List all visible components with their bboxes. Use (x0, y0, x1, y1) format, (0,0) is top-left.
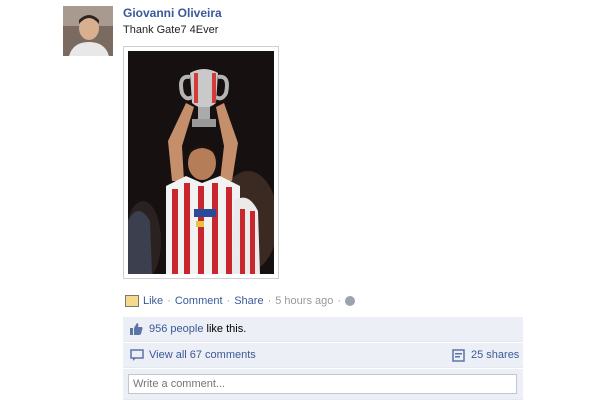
author-name-link[interactable]: Giovanni Oliveira (123, 6, 222, 20)
comment-input[interactable] (128, 374, 517, 394)
likes-row: 956 people like this. (123, 317, 523, 342)
comment-bubble-icon (130, 349, 144, 365)
app-icon (125, 295, 139, 307)
comment-input-row (123, 369, 523, 400)
likes-suffix: like this. (206, 323, 247, 335)
shares-link[interactable]: 25 shares (471, 349, 519, 361)
timestamp[interactable]: 5 hours ago (275, 295, 333, 307)
globe-icon (345, 296, 356, 306)
like-link[interactable]: Like (143, 295, 163, 307)
post-actions: Like · Comment · Share · 5 hours ago · (125, 295, 356, 307)
avatar-image (63, 6, 113, 56)
view-all-comments-link[interactable]: View all 67 comments (149, 349, 256, 361)
comments-row: View all 67 comments 25 shares (123, 343, 523, 368)
share-link[interactable]: Share (234, 295, 263, 307)
separator: · (167, 295, 171, 307)
shares-icon (452, 349, 465, 365)
feedback-panel: 956 people like this. View all 67 commen… (123, 317, 523, 400)
separator: · (226, 295, 231, 307)
comment-link[interactable]: Comment (175, 295, 223, 307)
separator: · (337, 295, 342, 307)
photo-player-holding-trophy (128, 51, 274, 274)
author-avatar[interactable] (63, 6, 113, 56)
post-message: Thank Gate7 4Ever (123, 24, 219, 36)
thumbs-up-icon (129, 322, 143, 339)
separator: · (267, 295, 272, 307)
likes-count-link[interactable]: 956 people (149, 323, 203, 335)
post-photo[interactable] (123, 46, 279, 279)
